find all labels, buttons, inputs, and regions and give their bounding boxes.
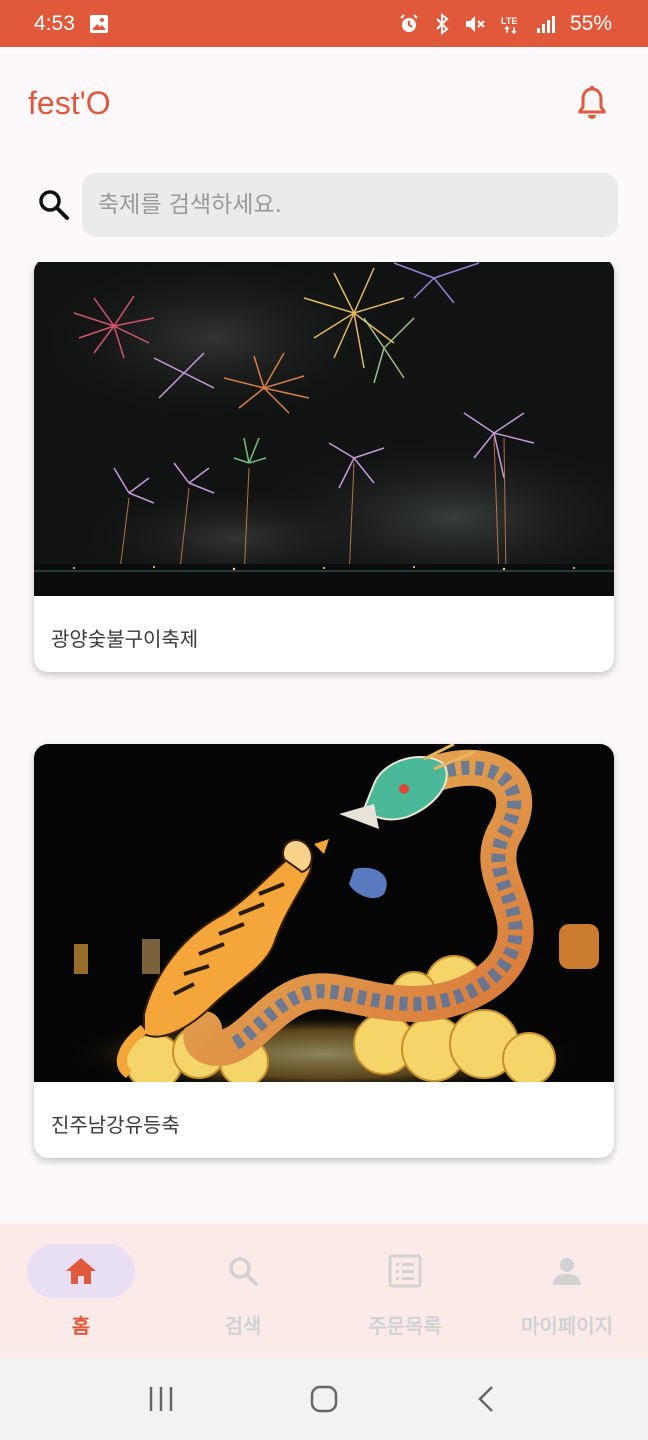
alarm-icon	[398, 13, 420, 35]
back-icon	[477, 1386, 493, 1412]
battery-percent: 55%	[569, 11, 612, 35]
festival-title: 진주남강유등축	[51, 1113, 180, 1137]
gallery-icon	[89, 14, 109, 34]
search-icon	[39, 190, 69, 220]
person-icon	[553, 1258, 581, 1285]
bluetooth-icon	[434, 12, 450, 35]
list-icon	[388, 1254, 422, 1288]
lte-icon: LTE	[500, 13, 522, 35]
festival-list[interactable]: 광양숯불구이축제 진주남강유등축	[0, 262, 648, 1174]
search-row	[0, 172, 648, 238]
status-left: 4:53	[34, 12, 109, 36]
app-logo: fest'O	[28, 84, 111, 121]
festival-image-lanterns	[34, 744, 614, 1082]
festival-card[interactable]: 광양숯불구이축제	[34, 262, 614, 672]
nav-item-mypage[interactable]: 마이페이지	[486, 1224, 648, 1358]
mute-icon	[464, 13, 486, 35]
back-button[interactable]	[457, 1369, 517, 1429]
festival-card[interactable]: 진주남강유등축	[34, 744, 614, 1158]
status-right: LTE 55%	[398, 12, 612, 36]
home-icon	[66, 1258, 96, 1284]
recent-apps-button[interactable]	[131, 1369, 191, 1429]
festival-image-fireworks	[34, 262, 614, 596]
home-circle-icon	[310, 1385, 338, 1413]
nav-label-search: 검색	[224, 1314, 262, 1338]
nav-active-indicator	[27, 1244, 135, 1298]
system-navigation	[0, 1358, 648, 1440]
search-icon	[229, 1257, 258, 1286]
notification-button[interactable]	[572, 83, 612, 123]
recent-apps-icon	[150, 1387, 173, 1411]
signal-icon	[536, 14, 556, 34]
search-input[interactable]	[82, 173, 618, 237]
nav-item-home[interactable]: 홈	[0, 1224, 162, 1358]
app-header: fest'O	[0, 47, 648, 159]
home-button[interactable]	[294, 1369, 354, 1429]
status-bar: 4:53 LTE 55%	[0, 0, 648, 47]
bottom-navigation: 홈 검색 주문목록 마이페이지	[0, 1224, 648, 1358]
nav-label-home: 홈	[71, 1314, 91, 1338]
nav-label-mypage: 마이페이지	[521, 1314, 613, 1338]
festival-title: 광양숯불구이축제	[51, 627, 199, 651]
search-button[interactable]	[36, 187, 72, 223]
svg-text:LTE: LTE	[501, 16, 517, 26]
nav-item-orders[interactable]: 주문목록	[324, 1224, 486, 1358]
bell-icon	[578, 86, 606, 119]
nav-item-search[interactable]: 검색	[162, 1224, 324, 1358]
status-time: 4:53	[34, 11, 75, 35]
nav-label-orders: 주문목록	[368, 1314, 442, 1338]
